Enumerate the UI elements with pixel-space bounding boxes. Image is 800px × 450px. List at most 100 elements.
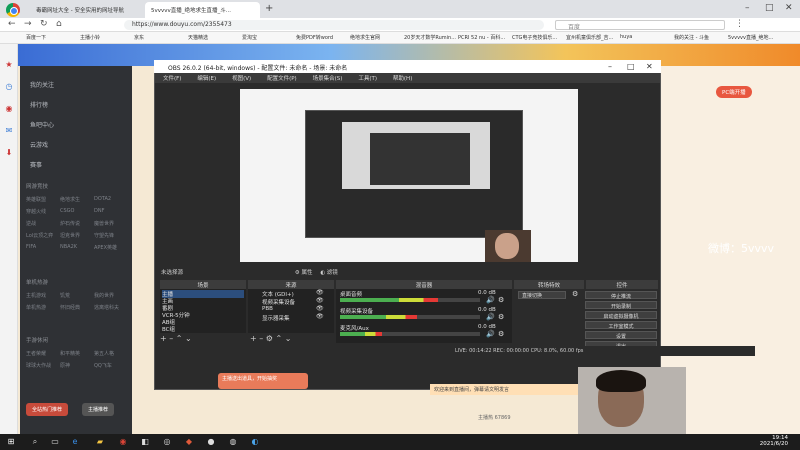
mixer-gear-icon[interactable]: ⚙ bbox=[498, 296, 504, 304]
properties-button[interactable]: 属性 bbox=[301, 270, 312, 276]
bookmark-item[interactable]: PCRI 52 nu - 百科... bbox=[458, 34, 510, 41]
app3-icon[interactable]: ◐ bbox=[250, 437, 260, 447]
source-item[interactable]: PBB bbox=[262, 306, 273, 312]
refresh-icon[interactable]: ↻ bbox=[40, 19, 48, 29]
nav-category-link[interactable]: 魔兽世界 bbox=[94, 220, 114, 227]
filters-button[interactable]: 滤镜 bbox=[327, 270, 338, 276]
nav-category-link[interactable]: 坦克世界 bbox=[60, 232, 80, 239]
mixer-gear-icon[interactable]: ⚙ bbox=[498, 313, 504, 321]
source-item[interactable]: 视频采集设备 bbox=[262, 298, 295, 306]
nav-category-link[interactable]: 守望先锋 bbox=[94, 232, 114, 239]
obs-icon[interactable]: ● bbox=[206, 437, 216, 447]
extensions-icon[interactable]: ⋮ bbox=[735, 19, 744, 29]
edge-icon[interactable]: e bbox=[70, 437, 80, 447]
nav-category-link[interactable]: 王者荣耀 bbox=[26, 350, 46, 357]
pc-broadcast-button[interactable]: PC端开播 bbox=[716, 86, 752, 98]
folder-icon[interactable]: ▰ bbox=[95, 437, 105, 447]
nav-category-link[interactable]: APEX英雄 bbox=[94, 244, 117, 251]
visibility-eye-icon[interactable]: 👁 bbox=[316, 297, 324, 304]
nav-category-link[interactable]: 球球大作战 bbox=[26, 362, 51, 369]
obs-minimize-button[interactable]: – bbox=[608, 62, 612, 71]
source-item[interactable]: 显示器采集 bbox=[262, 314, 290, 322]
nav-category-link[interactable]: 逃离塔科夫 bbox=[94, 304, 119, 311]
visibility-eye-icon[interactable]: 👁 bbox=[316, 305, 324, 312]
steam-icon[interactable]: ◎ bbox=[162, 437, 172, 447]
control-button[interactable]: 工作室模式 bbox=[585, 321, 657, 330]
maximize-button[interactable]: □ bbox=[765, 3, 774, 13]
control-button[interactable]: 启动虚拟摄像机 bbox=[585, 311, 657, 320]
speaker-icon[interactable]: 🔊 bbox=[486, 313, 495, 321]
nav-item[interactable]: 赛事 bbox=[30, 160, 42, 169]
menu-tools[interactable]: 工具(T) bbox=[358, 76, 377, 82]
bookmark-item[interactable]: 绝地求生官网 bbox=[350, 34, 402, 41]
menu-view[interactable]: 视图(V) bbox=[232, 76, 251, 82]
obs-maximize-button[interactable]: □ bbox=[627, 62, 635, 71]
bookmark-item[interactable]: 5vvvvv直播_绝地... bbox=[728, 34, 780, 41]
nav-item[interactable]: 鱼吧中心 bbox=[30, 120, 54, 129]
taskview-icon[interactable]: ▭ bbox=[50, 437, 60, 447]
tab-1[interactable]: 毒霸网址大全 - 安全实用的网址导航 bbox=[30, 2, 140, 18]
source-add-remove-buttons[interactable]: + – ⚙ ⌃ ⌄ bbox=[250, 334, 291, 343]
streamer-recommend-button[interactable]: 主播推荐 bbox=[82, 403, 115, 416]
nav-category-link[interactable]: CSGO bbox=[60, 208, 74, 214]
source-item[interactable]: 文本 (GDI+) bbox=[262, 290, 294, 298]
close-button[interactable]: ✕ bbox=[785, 3, 793, 13]
speaker-icon[interactable]: 🔊 bbox=[486, 330, 495, 338]
menu-edit[interactable]: 编辑(E) bbox=[197, 76, 216, 82]
app2-icon[interactable]: ◍ bbox=[228, 437, 238, 447]
download-icon[interactable]: ⬇ bbox=[4, 148, 14, 158]
transition-select[interactable]: 直接切换 bbox=[518, 291, 566, 299]
bookmark-item[interactable]: huya bbox=[620, 34, 672, 40]
bookmark-item[interactable]: 爱淘宝 bbox=[242, 34, 294, 41]
menu-file[interactable]: 文件(F) bbox=[163, 76, 181, 82]
address-bar[interactable]: https://www.douyu.com/2355473 bbox=[124, 20, 544, 30]
nav-category-link[interactable]: DOTA2 bbox=[94, 196, 111, 202]
back-icon[interactable]: ← bbox=[8, 19, 16, 29]
nav-category-link[interactable]: 炉石传说 bbox=[60, 220, 80, 227]
menu-scene-collection[interactable]: 场景集合(S) bbox=[313, 76, 343, 82]
bookmark-item[interactable]: 免费PDF转word bbox=[296, 34, 348, 41]
bookmark-item[interactable]: 百度一下 bbox=[26, 34, 78, 41]
bookmark-item[interactable]: 我的关注 - 斗鱼 bbox=[674, 34, 726, 41]
bookmark-item[interactable]: 20岁天才数学Rumin... bbox=[404, 34, 456, 41]
bookmark-item[interactable]: CTG电子竞技俱乐... bbox=[512, 34, 564, 41]
nav-category-link[interactable]: 怀旧经典 bbox=[60, 304, 80, 311]
bookmark-item[interactable]: 京东 bbox=[134, 34, 186, 41]
nav-category-link[interactable]: FIFA bbox=[26, 244, 36, 250]
mail-icon[interactable]: ✉ bbox=[4, 126, 14, 136]
nav-item[interactable]: 我的关注 bbox=[30, 80, 54, 89]
tab-active[interactable]: 5vvvvv直播_绝地求生直播_斗... bbox=[145, 2, 260, 18]
control-button[interactable]: 开始录制 bbox=[585, 301, 657, 310]
forward-icon[interactable]: → bbox=[24, 19, 32, 29]
nav-category-link[interactable]: 单机热游 bbox=[26, 304, 46, 311]
nav-category-link[interactable]: 主机游戏 bbox=[26, 292, 46, 299]
nav-category-link[interactable]: Lol云顶之弈 bbox=[26, 232, 53, 239]
browser-logo-icon[interactable] bbox=[6, 3, 20, 17]
speaker-icon[interactable]: 🔊 bbox=[486, 296, 495, 304]
transition-gear-icon[interactable]: ⚙ bbox=[572, 290, 578, 298]
mixer-gear-icon[interactable]: ⚙ bbox=[498, 330, 504, 338]
hot-recommend-button[interactable]: 全站热门推荐 bbox=[26, 403, 69, 416]
control-button[interactable]: 设置 bbox=[585, 331, 657, 340]
nav-category-link[interactable]: 英雄联盟 bbox=[26, 196, 46, 203]
menu-profile[interactable]: 配置文件(P) bbox=[267, 76, 297, 82]
nav-category-link[interactable]: 原神 bbox=[60, 362, 70, 369]
star-icon[interactable]: ★ bbox=[4, 60, 14, 70]
chat-banner[interactable]: 欢迎来到直播间，弹幕请文明发言 bbox=[430, 384, 578, 395]
bookmark-item[interactable]: 主播小铃 bbox=[80, 34, 132, 41]
weibo-icon[interactable]: ◉ bbox=[4, 104, 14, 114]
nav-item[interactable]: 云游戏 bbox=[30, 140, 48, 149]
bookmark-item[interactable]: 天猫精选 bbox=[188, 34, 240, 41]
nav-category-link[interactable]: QQ飞车 bbox=[94, 362, 112, 369]
nav-item[interactable]: 排行榜 bbox=[30, 100, 48, 109]
nav-category-link[interactable]: 和平精英 bbox=[60, 350, 80, 357]
nav-category-link[interactable]: NBA2K bbox=[60, 244, 77, 250]
nav-category-link[interactable]: 穿越火线 bbox=[26, 208, 46, 215]
new-tab-button[interactable]: + bbox=[265, 3, 273, 14]
app-icon[interactable]: ◆ bbox=[184, 437, 194, 447]
search-input[interactable]: 百度 bbox=[555, 20, 725, 31]
bookmark-item[interactable]: 宜州机童俱乐部_吉... bbox=[566, 34, 618, 41]
control-button[interactable]: 停止推流 bbox=[585, 291, 657, 300]
nav-category-link[interactable]: 逆战 bbox=[26, 220, 36, 227]
history-icon[interactable]: ◷ bbox=[4, 82, 14, 92]
